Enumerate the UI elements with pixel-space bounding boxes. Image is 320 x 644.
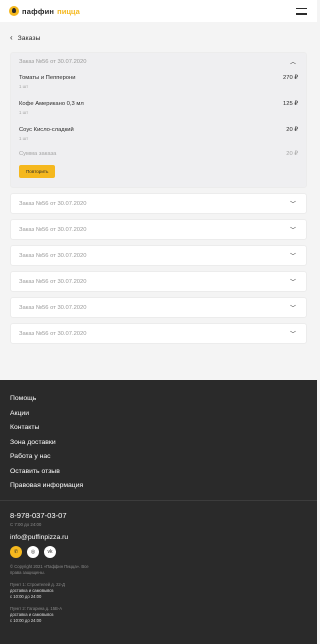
item-name: Томаты и Пепперони bbox=[19, 75, 76, 81]
order-card[interactable]: Заказ №56 от 30.07.2020 ﹀ bbox=[10, 271, 307, 292]
order-header[interactable]: Заказ №56 от 30.07.2020 ︿ bbox=[11, 53, 306, 70]
chevron-left-icon: ‹ bbox=[10, 33, 13, 42]
order-header[interactable]: Заказ №56 от 30.07.2020 ﹀ bbox=[11, 220, 306, 239]
item-price: 270 ₽ bbox=[283, 75, 298, 81]
address-block: Пункт 2: Гагарина д. 15В-А доставка и са… bbox=[10, 606, 307, 624]
footer-link-help[interactable]: Помощь bbox=[10, 392, 307, 407]
order-item: Кофе Американо 0,3 мл 1 шт 125 ₽ bbox=[19, 96, 298, 122]
item-price: 20 ₽ bbox=[286, 127, 298, 133]
order-header[interactable]: Заказ №56 от 30.07.2020 ﹀ bbox=[11, 298, 306, 317]
footer-link-delivery-zone[interactable]: Зона доставки bbox=[10, 436, 307, 451]
order-title: Заказ №56 от 30.07.2020 bbox=[19, 252, 87, 259]
order-card[interactable]: Заказ №56 от 30.07.2020 ﹀ bbox=[10, 323, 307, 344]
chevron-down-icon[interactable]: ﹀ bbox=[288, 277, 298, 286]
order-card[interactable]: Заказ №56 от 30.07.2020 ﹀ bbox=[10, 297, 307, 318]
order-header[interactable]: Заказ №56 от 30.07.2020 ﹀ bbox=[11, 194, 306, 213]
order-title: Заказ №56 от 30.07.2020 bbox=[19, 58, 87, 65]
order-header[interactable]: Заказ №56 от 30.07.2020 ﹀ bbox=[11, 246, 306, 265]
item-name: Кофе Американо 0,3 мл bbox=[19, 101, 84, 107]
total-value: 20 ₽ bbox=[286, 151, 298, 157]
menu-icon[interactable] bbox=[296, 7, 307, 15]
order-items: Томаты и Пепперони 1 шт 270 ₽ Кофе Амери… bbox=[11, 70, 306, 148]
order-title: Заказ №56 от 30.07.2020 bbox=[19, 200, 87, 207]
chevron-up-icon[interactable]: ︿ bbox=[288, 57, 298, 66]
order-card[interactable]: Заказ №56 от 30.07.2020 ﹀ bbox=[10, 193, 307, 214]
footer-link-careers[interactable]: Работа у нас bbox=[10, 450, 307, 465]
puffin-logo-icon bbox=[9, 6, 19, 16]
order-item: Соус Кисло-сладкий 1 шт 20 ₽ bbox=[19, 122, 298, 148]
footer-link-legal[interactable]: Правовая информация bbox=[10, 479, 307, 494]
order-title: Заказ №56 от 30.07.2020 bbox=[19, 278, 87, 285]
order-header[interactable]: Заказ №56 от 30.07.2020 ﹀ bbox=[11, 324, 306, 343]
back-link[interactable]: ‹ Заказы bbox=[10, 28, 307, 48]
site-header: паффин пицца bbox=[0, 0, 317, 22]
repeat-order-button[interactable]: Повторить bbox=[19, 165, 56, 178]
copyright: © Copyright 2021 «Паффин Пицца». Все пра… bbox=[10, 563, 89, 575]
chevron-down-icon[interactable]: ﹀ bbox=[288, 225, 298, 234]
order-card[interactable]: Заказ №56 от 30.07.2020 ﹀ bbox=[10, 219, 307, 240]
address-hours: с 10:00 до 24:00 bbox=[10, 617, 42, 623]
footer-divider bbox=[0, 499, 317, 501]
chevron-down-icon[interactable]: ﹀ bbox=[288, 199, 298, 208]
address-hours: с 10:00 до 24:00 bbox=[10, 593, 42, 599]
social-links: ✆ ◎ vk bbox=[10, 545, 307, 558]
back-label: Заказы bbox=[17, 34, 41, 42]
item-quantity: 1 шт bbox=[19, 110, 29, 115]
order-item: Томаты и Пепперони 1 шт 270 ₽ bbox=[19, 70, 298, 96]
footer-link-contacts[interactable]: Контакты bbox=[10, 421, 307, 436]
orders-page: ‹ Заказы Заказ №56 от 30.07.2020 ︿ Томат… bbox=[0, 22, 317, 344]
instagram-icon[interactable]: ◎ bbox=[27, 545, 39, 558]
footer-menu: Помощь Акции Контакты Зона доставки Рабо… bbox=[10, 392, 307, 494]
order-card-expanded: Заказ №56 от 30.07.2020 ︿ Томаты и Пеппе… bbox=[10, 52, 307, 188]
footer-email[interactable]: info@puffinpizza.ru bbox=[10, 534, 307, 541]
chevron-down-icon[interactable]: ﹀ bbox=[288, 251, 298, 260]
order-title: Заказ №56 от 30.07.2020 bbox=[19, 304, 87, 311]
footer-hours: С 7:00 до 24:00 bbox=[10, 521, 42, 527]
site-footer: Помощь Акции Контакты Зона доставки Рабо… bbox=[0, 380, 317, 644]
order-title: Заказ №56 от 30.07.2020 bbox=[19, 226, 87, 233]
item-name: Соус Кисло-сладкий bbox=[19, 127, 74, 133]
item-price: 125 ₽ bbox=[283, 101, 298, 107]
order-title: Заказ №56 от 30.07.2020 bbox=[19, 330, 87, 337]
total-label: Сумма заказа bbox=[19, 151, 57, 157]
chevron-down-icon[interactable]: ﹀ bbox=[288, 303, 298, 312]
footer-link-feedback[interactable]: Оставить отзыв bbox=[10, 465, 307, 480]
chevron-down-icon[interactable]: ﹀ bbox=[288, 329, 298, 338]
brand-name: паффин bbox=[22, 6, 55, 16]
footer-phone[interactable]: 8-978-037-03-07 bbox=[10, 511, 307, 520]
logo[interactable]: паффин пицца bbox=[9, 6, 80, 16]
footer-link-promotions[interactable]: Акции bbox=[10, 407, 307, 422]
item-quantity: 1 шт bbox=[19, 84, 29, 89]
phone-icon[interactable]: ✆ bbox=[10, 545, 22, 558]
vk-icon[interactable]: vk bbox=[44, 545, 56, 558]
item-quantity: 1 шт bbox=[19, 136, 29, 141]
address-block: Пункт 1: Строителей д. 22-Д доставка и с… bbox=[10, 582, 307, 600]
order-total: Сумма заказа 20 ₽ bbox=[11, 148, 306, 160]
brand-accent: пицца bbox=[57, 6, 80, 16]
order-card[interactable]: Заказ №56 от 30.07.2020 ﹀ bbox=[10, 245, 307, 266]
order-header[interactable]: Заказ №56 от 30.07.2020 ﹀ bbox=[11, 272, 306, 291]
